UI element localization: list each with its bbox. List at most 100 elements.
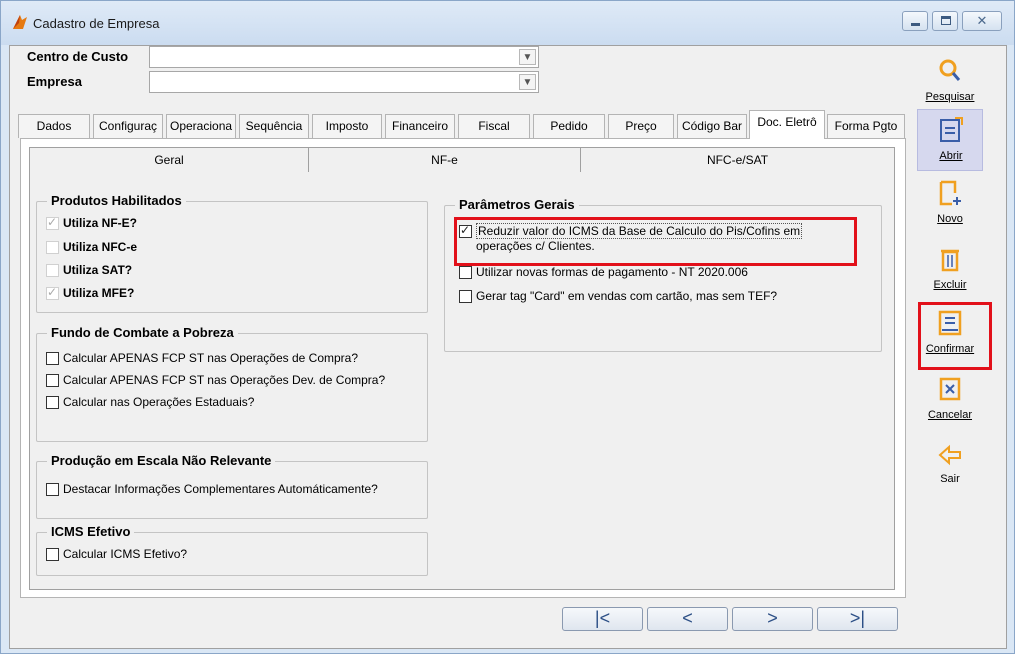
checkbox-box[interactable] — [46, 352, 59, 365]
tab-dados[interactable]: Dados — [18, 114, 90, 138]
checkbox-box[interactable]: ✓ — [46, 215, 59, 230]
cancelar-button[interactable]: Cancelar — [917, 369, 983, 431]
checkmark-icon: ✓ — [47, 285, 58, 299]
checkbox-label: Utiliza NFC-e — [63, 240, 138, 254]
tab-preco[interactable]: Preço — [608, 114, 674, 138]
minimize-icon — [911, 23, 920, 26]
checkbox-label: Calcular APENAS FCP ST nas Operações Dev… — [63, 373, 386, 387]
fcp-st-compra-checkbox[interactable]: Calcular APENAS FCP ST nas Operações de … — [46, 351, 358, 366]
sair-label: Sair — [940, 473, 960, 485]
checkbox-box[interactable] — [46, 483, 59, 496]
centro-de-custo-combo[interactable]: ▼ — [149, 46, 539, 68]
utiliza-sat-checkbox[interactable]: Utiliza SAT? — [46, 263, 132, 278]
pesquisar-label: Pesquisar — [925, 91, 975, 103]
group-title: ICMS Efetivo — [47, 524, 135, 539]
produtos-habilitados-group: Produtos Habilitados ✓ Utiliza NF-E? Uti… — [36, 193, 428, 313]
sub-tabs: Geral NF-e NFC-e/SAT — [29, 147, 895, 173]
subtab-nfce-sat[interactable]: NFC-e/SAT — [580, 147, 895, 173]
close-button[interactable]: ✕ — [962, 11, 1002, 31]
icms-efetivo-group: ICMS Efetivo Calcular ICMS Efetivo? — [36, 524, 428, 576]
checkbox-box[interactable] — [46, 396, 59, 409]
new-document-icon — [939, 180, 961, 206]
checkbox-label: Destacar Informações Complementares Auto… — [63, 482, 378, 496]
checkmark-icon: ✓ — [47, 215, 58, 229]
novo-label: Novo — [937, 213, 963, 225]
last-record-button[interactable]: >| — [817, 607, 898, 631]
gerar-tag-card-checkbox[interactable]: Gerar tag "Card" em vendas com cartão, m… — [459, 289, 777, 304]
tab-fiscal[interactable]: Fiscal — [458, 114, 530, 138]
group-title: Parâmetros Gerais — [455, 197, 579, 212]
group-title: Produção em Escala Não Relevante — [47, 453, 276, 468]
checkbox-box[interactable] — [459, 266, 472, 279]
tab-codigo-barras[interactable]: Código Bar — [677, 114, 747, 138]
window-title: Cadastro de Empresa — [33, 16, 160, 31]
first-record-button[interactable]: |< — [562, 607, 643, 631]
subtab-nfe[interactable]: NF-e — [308, 147, 581, 173]
group-title: Produtos Habilitados — [47, 193, 186, 208]
centro-de-custo-label: Centro de Custo — [27, 49, 129, 64]
tab-pedido[interactable]: Pedido — [533, 114, 605, 138]
checkbox-label: Calcular nas Operações Estaduais? — [63, 395, 255, 409]
empresa-combo[interactable]: ▼ — [149, 71, 539, 93]
open-document-icon — [940, 117, 963, 142]
destacar-informacoes-checkbox[interactable]: Destacar Informações Complementares Auto… — [46, 482, 378, 497]
chevron-down-icon[interactable]: ▼ — [519, 49, 536, 65]
abrir-label: Abrir — [939, 150, 963, 162]
app-logo-icon — [13, 15, 27, 29]
checkbox-box[interactable] — [459, 290, 472, 303]
checkbox-label: Calcular APENAS FCP ST nas Operações de … — [63, 351, 359, 365]
utiliza-mfe-checkbox[interactable]: ✓ Utiliza MFE? — [46, 285, 135, 301]
operacoes-estaduais-checkbox[interactable]: Calcular nas Operações Estaduais? — [46, 395, 254, 410]
checkbox-label: Utiliza SAT? — [63, 263, 133, 277]
tab-configuracao[interactable]: Configuraç — [93, 114, 163, 138]
maximize-button[interactable] — [932, 11, 958, 31]
checkbox-box[interactable]: ✓ — [46, 285, 59, 300]
checkbox-label: Gerar tag "Card" em vendas com cartão, m… — [476, 289, 778, 303]
highlight-confirmar — [918, 302, 992, 370]
fundo-combate-pobreza-group: Fundo de Combate a Pobreza Calcular APEN… — [36, 325, 428, 442]
novo-button[interactable]: Novo — [917, 173, 983, 235]
checkbox-label: Utilizar novas formas de pagamento - NT … — [476, 265, 748, 279]
checkbox-box[interactable] — [46, 374, 59, 387]
tab-financeiro[interactable]: Financeiro — [385, 114, 455, 138]
next-record-button[interactable]: > — [732, 607, 813, 631]
checkbox-label: Utiliza NF-E? — [63, 216, 137, 230]
calcular-icms-efetivo-checkbox[interactable]: Calcular ICMS Efetivo? — [46, 547, 187, 562]
doc-eletronico-panel: Geral NF-e NFC-e/SAT Produtos Habilitado… — [20, 138, 906, 598]
novas-formas-pagamento-checkbox[interactable]: Utilizar novas formas de pagamento - NT … — [459, 265, 748, 280]
pesquisar-button[interactable]: Pesquisar — [917, 51, 983, 113]
tab-imposto[interactable]: Imposto — [312, 114, 382, 138]
sair-button[interactable]: Sair — [917, 435, 983, 485]
checkbox-label: Utiliza MFE? — [63, 286, 135, 300]
tab-operacional[interactable]: Operaciona — [166, 114, 236, 138]
subtab-geral[interactable]: Geral — [29, 147, 309, 173]
chevron-down-icon[interactable]: ▼ — [519, 74, 536, 90]
producao-escala-group: Produção em Escala Não Relevante Destaca… — [36, 453, 428, 519]
empresa-label: Empresa — [27, 74, 82, 89]
minimize-button[interactable] — [902, 11, 928, 31]
tab-sequencia[interactable]: Sequência — [239, 114, 309, 138]
app-window: Cadastro de Empresa ✕ Centro de Custo ▼ … — [0, 0, 1015, 654]
close-icon: ✕ — [976, 13, 988, 28]
utiliza-nfce-checkbox[interactable]: Utiliza NFC-e — [46, 240, 137, 255]
tab-forma-pgto[interactable]: Forma Pgto — [827, 114, 905, 138]
abrir-button[interactable]: Abrir — [917, 109, 983, 171]
maximize-icon — [941, 16, 951, 25]
checkbox-box[interactable] — [46, 548, 59, 561]
checkbox-box[interactable] — [46, 264, 59, 277]
highlight-reduzir-icms — [454, 217, 857, 266]
cancelar-label: Cancelar — [927, 409, 973, 421]
record-navigation: |< < > >| — [562, 607, 898, 631]
trash-icon — [941, 249, 959, 272]
group-title: Fundo de Combate a Pobreza — [47, 325, 238, 340]
title-bar[interactable]: Cadastro de Empresa ✕ — [1, 1, 1014, 45]
search-icon — [939, 59, 961, 81]
tab-doc-eletronico[interactable]: Doc. Eletrô — [749, 110, 825, 139]
excluir-label: Excluir — [933, 279, 967, 291]
checkbox-box[interactable] — [46, 241, 59, 254]
excluir-button[interactable]: Excluir — [917, 239, 983, 301]
cancel-document-icon — [939, 377, 961, 401]
previous-record-button[interactable]: < — [647, 607, 728, 631]
utiliza-nfe-checkbox[interactable]: ✓ Utiliza NF-E? — [46, 215, 137, 231]
fcp-st-dev-compra-checkbox[interactable]: Calcular APENAS FCP ST nas Operações Dev… — [46, 373, 385, 388]
